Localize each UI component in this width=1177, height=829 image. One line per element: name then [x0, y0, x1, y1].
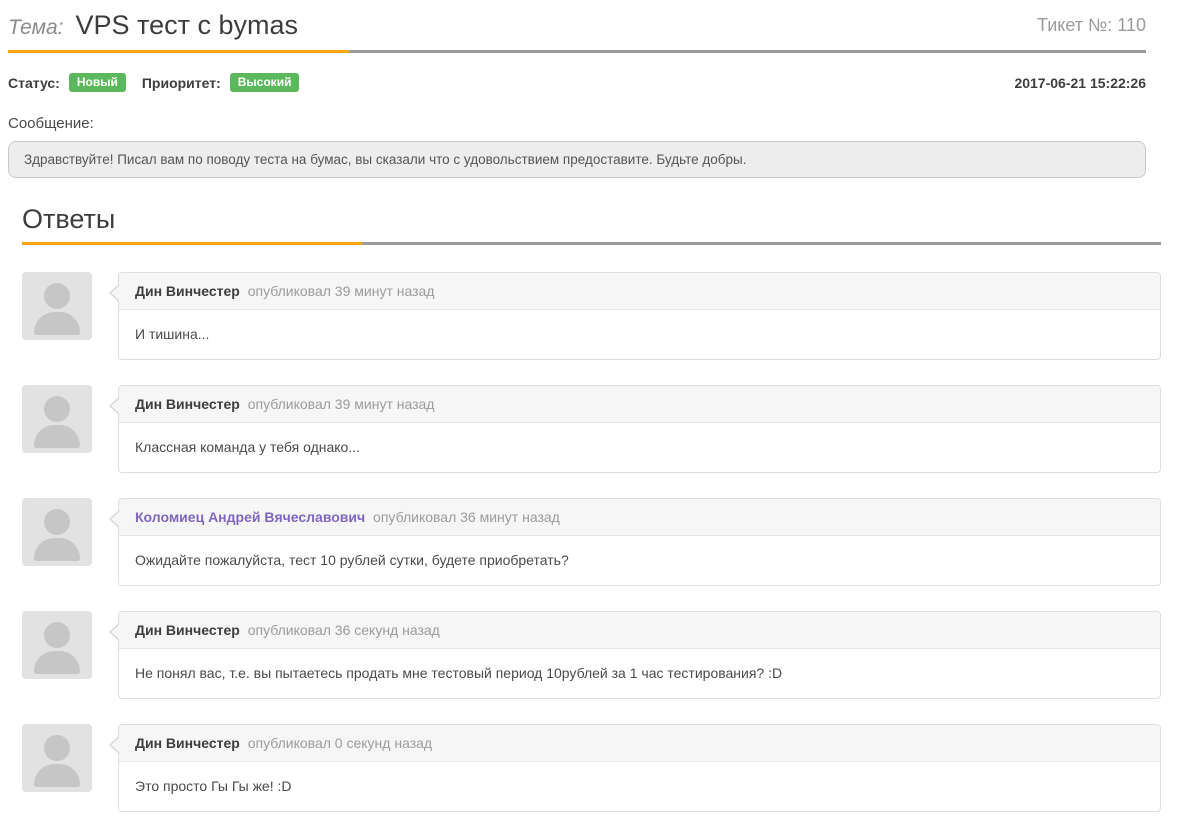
- user-silhouette-icon: [34, 312, 80, 335]
- reply-panel: Дин Винчестер опубликовал 39 минут назад…: [118, 272, 1161, 360]
- message-label: Сообщение:: [8, 115, 1146, 132]
- topic-label: Тема:: [8, 16, 63, 40]
- reply-item: Дин Винчестер опубликовал 39 минут назад…: [22, 272, 1161, 360]
- replies-list: Дин Винчестер опубликовал 39 минут назад…: [22, 272, 1161, 812]
- reply-item: Коломиец Андрей Вячеславович опубликовал…: [22, 498, 1161, 586]
- status-row: Статус: Новый Приоритет: Высокий 2017-06…: [8, 73, 1146, 92]
- reply-author: Дин Винчестер: [135, 622, 240, 638]
- status-label: Статус:: [8, 75, 60, 91]
- avatar: [22, 498, 92, 566]
- page-title: VPS тест с bymas: [75, 10, 298, 41]
- avatar: [22, 724, 92, 792]
- reply-meta: опубликовал 39 минут назад: [248, 396, 435, 412]
- user-silhouette-icon: [34, 538, 80, 561]
- reply-header: Дин Винчестер опубликовал 39 минут назад: [119, 273, 1160, 310]
- replies-section: Ответы Дин Винчестер опубликовал 39 мину…: [22, 204, 1161, 812]
- reply-panel: Дин Винчестер опубликовал 0 секунд назад…: [118, 724, 1161, 812]
- created-timestamp: 2017-06-21 15:22:26: [1014, 75, 1146, 91]
- reply-author-link[interactable]: Коломиец Андрей Вячеславович: [135, 509, 365, 525]
- reply-panel: Дин Винчестер опубликовал 36 секунд наза…: [118, 611, 1161, 699]
- reply-header: Дин Винчестер опубликовал 0 секунд назад: [119, 725, 1160, 762]
- reply-panel: Дин Винчестер опубликовал 39 минут назад…: [118, 385, 1161, 473]
- reply-item: Дин Винчестер опубликовал 36 секунд наза…: [22, 611, 1161, 699]
- topic: Тема: VPS тест с bymas: [8, 10, 298, 41]
- user-silhouette-icon: [44, 622, 70, 648]
- reply-meta: опубликовал 36 секунд назад: [248, 622, 440, 638]
- reply-author: Дин Винчестер: [135, 283, 240, 299]
- avatar: [22, 385, 92, 453]
- user-silhouette-icon: [34, 425, 80, 448]
- title-row: Тема: VPS тест с bymas Тикет №: 110: [8, 10, 1146, 41]
- reply-author: Дин Винчестер: [135, 396, 240, 412]
- reply-body: Это просто Гы Гы же! :D: [119, 762, 1160, 811]
- user-silhouette-icon: [44, 283, 70, 309]
- reply-header: Дин Винчестер опубликовал 39 минут назад: [119, 386, 1160, 423]
- priority-badge: Высокий: [230, 73, 300, 92]
- user-silhouette-icon: [44, 396, 70, 422]
- reply-meta: опубликовал 0 секунд назад: [248, 735, 432, 751]
- reply-meta: опубликовал 39 минут назад: [248, 283, 435, 299]
- user-silhouette-icon: [34, 651, 80, 674]
- original-message-box: Здравствуйте! Писал вам по поводу теста …: [8, 141, 1146, 178]
- ticket-number: Тикет №: 110: [1037, 10, 1146, 36]
- replies-underline: [22, 242, 1161, 245]
- reply-body: Ожидайте пожалуйста, тест 10 рублей сутк…: [119, 536, 1160, 585]
- user-silhouette-icon: [44, 509, 70, 535]
- priority-label: Приоритет:: [142, 75, 221, 91]
- reply-header: Дин Винчестер опубликовал 36 секунд наза…: [119, 612, 1160, 649]
- title-underline: [8, 50, 1146, 53]
- reply-meta: опубликовал 36 минут назад: [373, 509, 560, 525]
- avatar: [22, 611, 92, 679]
- reply-item: Дин Винчестер опубликовал 39 минут назад…: [22, 385, 1161, 473]
- reply-author: Дин Винчестер: [135, 735, 240, 751]
- status-group: Статус: Новый Приоритет: Высокий: [8, 73, 299, 92]
- reply-body: И тишина...: [119, 310, 1160, 359]
- reply-panel: Коломиец Андрей Вячеславович опубликовал…: [118, 498, 1161, 586]
- reply-header: Коломиец Андрей Вячеславович опубликовал…: [119, 499, 1160, 536]
- title-underline-accent: [8, 50, 349, 53]
- user-silhouette-icon: [34, 764, 80, 787]
- reply-body: Классная команда у тебя однако...: [119, 423, 1160, 472]
- reply-body: Не понял вас, т.е. вы пытаетесь продать …: [119, 649, 1160, 698]
- user-silhouette-icon: [44, 735, 70, 761]
- replies-underline-accent: [22, 242, 362, 245]
- replies-title: Ответы: [22, 204, 1161, 235]
- avatar: [22, 272, 92, 340]
- ticket-header-section: Тема: VPS тест с bymas Тикет №: 110 Стат…: [8, 0, 1146, 178]
- status-badge: Новый: [69, 73, 126, 92]
- reply-item: Дин Винчестер опубликовал 0 секунд назад…: [22, 724, 1161, 812]
